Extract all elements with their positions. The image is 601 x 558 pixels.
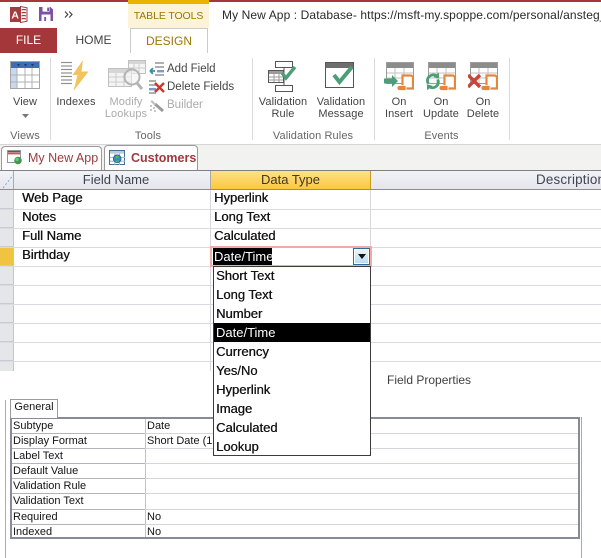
svg-text:A: A (11, 10, 19, 22)
